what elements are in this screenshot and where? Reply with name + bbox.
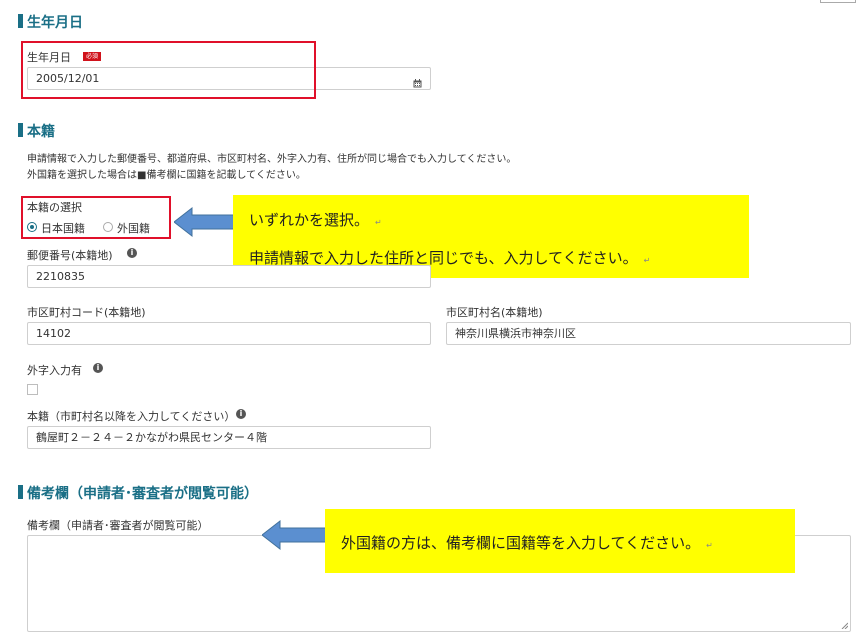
section-marker [18,14,23,28]
arrow-left-icon [262,519,330,551]
city-name-label: 市区町村名(本籍地) [446,306,543,319]
city-code-input[interactable]: 14102 [27,322,431,345]
info-icon[interactable]: i [127,248,137,258]
honseki-description-1: 申請情報で入力した郵便番号、都道府県、市区町村名、外字入力有、住所が同じ場合でも… [27,154,517,165]
callout-remarks: 外国籍の方は、備考欄に国籍等を入力してください。 ↵ [325,509,795,573]
info-icon[interactable]: i [236,409,246,419]
remarks-label: 備考欄（申請者･審査者が閲覧可能） [27,519,209,532]
postal-input[interactable]: 2210835 [27,265,431,288]
callout-honseki-line1: いずれかを選択。 ↵ [249,211,382,229]
section-title-remarks: 備考欄（申請者･審査者が閲覧可能） [27,486,258,502]
calendar-icon[interactable] [413,74,422,88]
honseki-description-2: 外国籍を選択した場合は■備考欄に国籍を記載してください。 [27,170,306,181]
city-code-label: 市区町村コード(本籍地) [27,306,146,319]
city-code-value: 14102 [36,327,71,340]
honseki-address-value: 鶴屋町２－２４－２かながわ県民センター４階 [36,431,267,444]
gaiji-checkbox[interactable] [27,384,38,395]
section-title-honseki: 本籍 [27,124,55,140]
honseki-address-label: 本籍（市町村名以降を入力してください） [27,410,236,423]
info-icon[interactable]: i [93,363,103,373]
honseki-address-input[interactable]: 鶴屋町２－２４－２かながわ県民センター４階 [27,426,431,449]
resize-handle-icon[interactable] [841,622,848,629]
highlight-box-birthdate [21,41,316,99]
arrow-left-icon [174,206,238,238]
postal-label: 郵便番号(本籍地) [27,249,113,262]
callout-remarks-line1: 外国籍の方は、備考欄に国籍等を入力してください。 ↵ [341,534,713,552]
city-name-input[interactable]: 神奈川県横浜市神奈川区 [446,322,851,345]
section-marker [18,485,23,499]
section-marker [18,123,23,137]
gaiji-label: 外字入力有 [27,364,82,377]
highlight-box-honseki-select [21,196,171,239]
postal-value: 2210835 [36,270,85,283]
section-title-birthdate: 生年月日 [27,15,83,31]
city-name-value: 神奈川県横浜市神奈川区 [455,327,576,340]
window-edge-fragment [820,0,856,3]
